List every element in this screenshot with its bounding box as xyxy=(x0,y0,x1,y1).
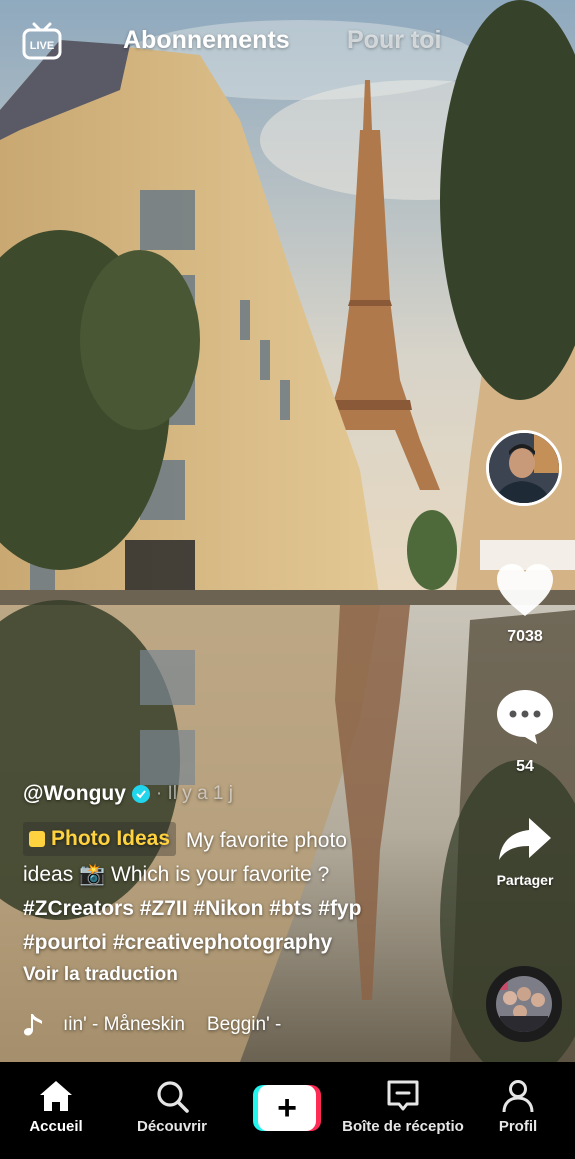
comment-count: 54 xyxy=(516,758,534,775)
music-note-icon xyxy=(24,1014,42,1036)
nav-inbox-label: Boîte de réceptio xyxy=(342,1118,464,1135)
see-translation-link[interactable]: Voir la traduction xyxy=(23,964,463,986)
photo-ideas-icon xyxy=(29,831,45,847)
caption-line2: ideas 📸 Which is your favorite ? xyxy=(23,863,330,886)
share-button[interactable]: Partager xyxy=(480,814,570,894)
photo-ideas-chip[interactable]: Photo Ideas xyxy=(23,822,177,856)
hashtags-line1[interactable]: #ZCreators #Z7II #Nikon #bts #fyp xyxy=(23,897,361,920)
music-track-b: Beggin' - xyxy=(206,1014,282,1035)
top-bar: LIVE Abonnements Pour toi xyxy=(0,0,575,90)
video-caption: @Wonguy · Il y a 1 j Photo Ideas My favo… xyxy=(23,780,463,986)
tab-for-you[interactable]: Pour toi xyxy=(347,26,441,55)
bottom-navigation: Accueil Découvrir + Boîte de réceptio Pr… xyxy=(0,1062,575,1159)
plus-icon: + xyxy=(277,1088,297,1127)
inbox-icon xyxy=(387,1080,419,1111)
like-count: 7038 xyxy=(507,628,543,645)
create-button[interactable]: + xyxy=(253,1085,321,1131)
author-username[interactable]: @Wonguy xyxy=(23,782,126,806)
nav-discover[interactable]: Découvrir xyxy=(130,1062,214,1159)
chip-label: Photo Ideas xyxy=(51,827,171,850)
music-marquee[interactable]: ıin' - Måneskin Beggin' - xyxy=(23,1012,323,1038)
caption-line1: My favorite photo xyxy=(185,829,347,852)
nav-profile-label: Profil xyxy=(498,1118,538,1135)
share-label: Partager xyxy=(496,872,554,888)
nav-profile[interactable]: Profil xyxy=(488,1062,548,1159)
hashtags-line2[interactable]: #pourtoi #creativephotography xyxy=(23,931,332,954)
comment-button[interactable]: 54 xyxy=(480,686,570,778)
creator-avatar[interactable] xyxy=(486,430,562,506)
search-icon xyxy=(157,1081,189,1113)
svg-text:LIVE: LIVE xyxy=(30,40,54,52)
profile-icon xyxy=(502,1080,534,1113)
tab-following[interactable]: Abonnements xyxy=(123,26,290,55)
post-time: · Il y a 1 j xyxy=(155,783,233,804)
comment-icon xyxy=(497,690,553,744)
heart-icon xyxy=(497,564,553,616)
share-icon xyxy=(499,818,551,860)
nav-home-label: Accueil xyxy=(29,1118,83,1135)
nav-home[interactable]: Accueil xyxy=(18,1062,94,1159)
home-icon xyxy=(40,1081,72,1111)
music-disc[interactable] xyxy=(486,966,562,1042)
nav-inbox[interactable]: Boîte de réceptio xyxy=(340,1062,466,1159)
caption-text: Photo Ideas My favorite photo ideas 📸 Wh… xyxy=(23,822,463,960)
music-track-a: ıin' - Måneskin xyxy=(63,1014,185,1035)
verified-icon xyxy=(131,785,150,803)
live-icon[interactable]: LIVE xyxy=(22,22,62,62)
nav-discover-label: Découvrir xyxy=(136,1118,208,1135)
like-button[interactable]: 7038 xyxy=(480,560,570,650)
